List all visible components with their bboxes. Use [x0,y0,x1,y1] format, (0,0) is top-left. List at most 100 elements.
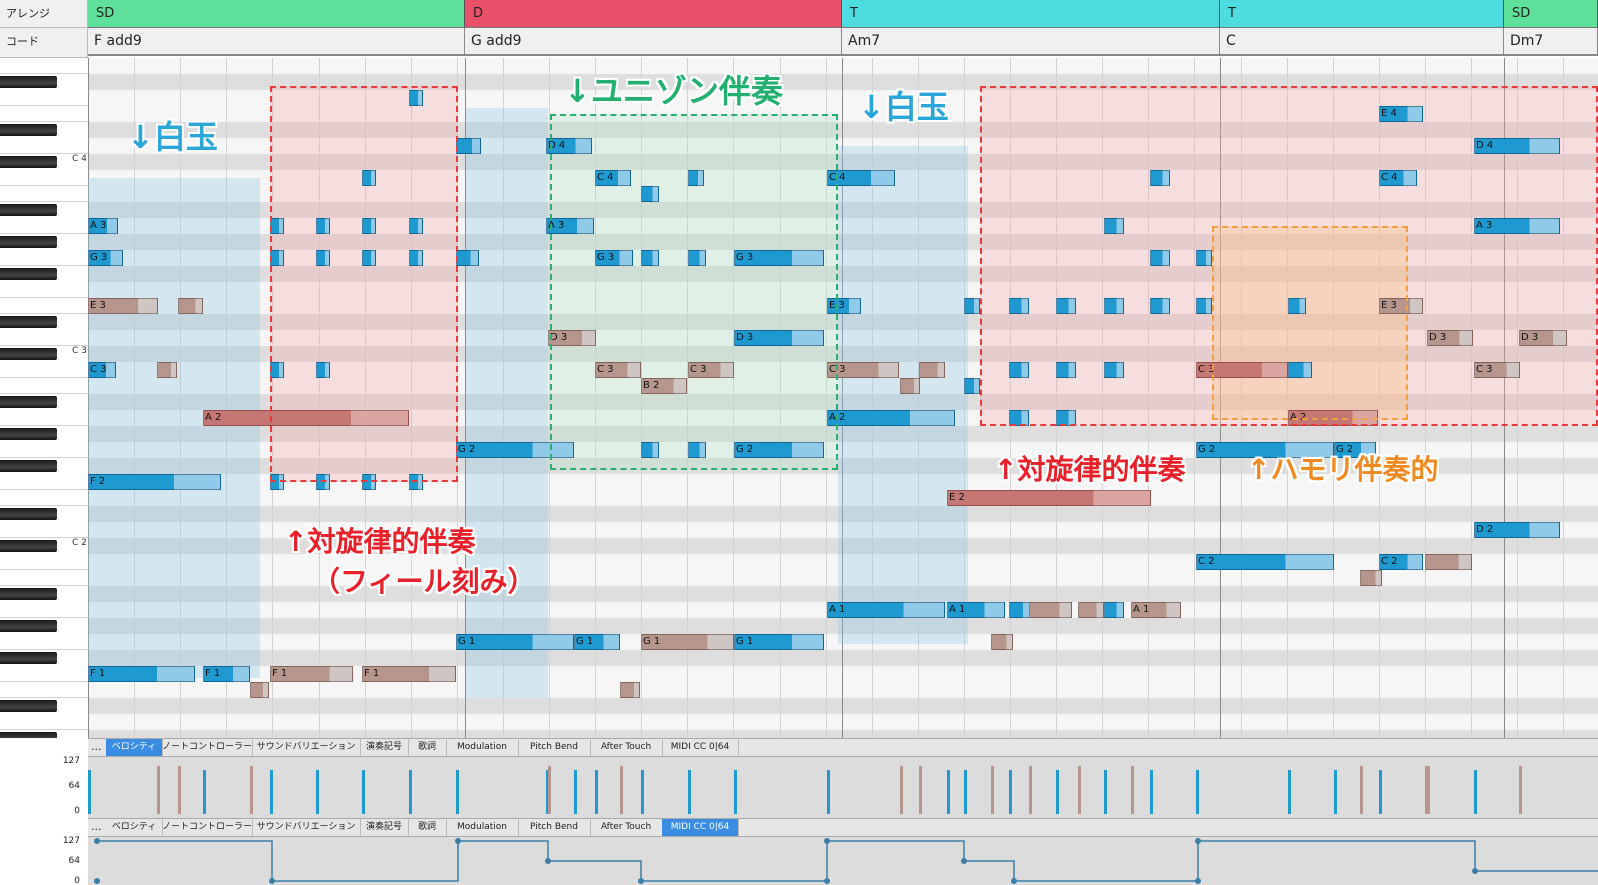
velocity-bar[interactable] [362,770,365,814]
white-key[interactable] [0,282,88,298]
black-key[interactable] [0,428,57,440]
tab-7[interactable]: After Touch [590,739,663,756]
midi-note[interactable]: E 3 [88,298,158,314]
tab-3[interactable]: 演奏記号 [360,819,409,836]
velocity-bar[interactable] [688,770,691,814]
black-key[interactable] [0,204,57,216]
black-key[interactable] [0,396,57,408]
white-key[interactable] [0,106,88,122]
velocity-bar[interactable] [1334,770,1337,814]
tab-8[interactable]: MIDI CC 0|64 [662,739,739,756]
velocity-bar[interactable] [964,770,967,814]
chord-block-c[interactable]: C [1220,28,1504,56]
velocity-bar[interactable] [1009,770,1012,814]
velocity-bar[interactable] [595,770,598,814]
midi-note[interactable] [1029,602,1072,618]
white-key[interactable] [0,682,88,698]
black-key[interactable] [0,124,57,136]
white-key[interactable] [0,410,88,426]
white-key[interactable] [0,58,88,74]
midi-note[interactable]: F 1 [203,666,250,682]
white-key[interactable] [0,442,88,458]
velocity-bar[interactable] [919,766,922,814]
midi-note[interactable]: E 2 [947,490,1151,506]
white-key[interactable] [0,602,88,618]
velocity-bar[interactable] [1104,770,1107,814]
black-key[interactable] [0,156,57,168]
tab-5[interactable]: Modulation [446,739,519,756]
midi-note[interactable] [1078,602,1104,618]
velocity-bar[interactable] [316,770,319,814]
velocity-bar[interactable] [1427,766,1430,814]
tab-0[interactable]: ベロシティ [106,819,163,836]
velocity-bar[interactable] [1150,770,1153,814]
tab-8[interactable]: MIDI CC 0|64 [662,819,739,836]
more-tabs-button[interactable]: ... [91,740,102,753]
velocity-bar[interactable] [250,766,253,814]
arrange-section-sd-2[interactable]: SD [1504,0,1598,28]
midi-note[interactable]: F 1 [88,666,195,682]
velocity-bar[interactable] [270,770,273,814]
velocity-bar[interactable] [827,770,830,814]
tab-3[interactable]: 演奏記号 [360,739,409,756]
velocity-bar[interactable] [1360,766,1363,814]
tab-4[interactable]: 歌詞 [408,739,447,756]
white-key[interactable] [0,186,88,202]
velocity-bar[interactable] [1196,770,1199,814]
tab-2[interactable]: サウンドバリエーション [252,739,361,756]
arrange-section-t-2[interactable]: T [1220,0,1504,28]
black-key[interactable] [0,460,57,472]
chord-block-g-add9[interactable]: G add9 [465,28,842,56]
velocity-bar[interactable] [88,770,91,814]
midi-note[interactable]: C 2 [1379,554,1423,570]
white-key[interactable] [0,90,88,106]
white-key[interactable] [0,362,88,378]
tab-7[interactable]: After Touch [590,819,663,836]
white-key[interactable] [0,634,88,650]
velocity-bar[interactable] [947,770,950,814]
more-tabs-button[interactable]: ... [91,820,102,833]
midi-note[interactable]: A 1 [947,602,1005,618]
midi-note[interactable] [178,298,203,314]
tab-1[interactable]: ノートコントローラー [162,739,253,756]
chord-block-am7[interactable]: Am7 [842,28,1220,56]
midi-note[interactable]: A 3 [88,218,118,234]
midi-note[interactable] [964,378,980,394]
midi-note[interactable]: D 2 [1474,522,1560,538]
tab-6[interactable]: Pitch Bend [518,739,591,756]
midi-note[interactable]: F 1 [270,666,353,682]
white-key[interactable] [0,714,88,730]
midi-note[interactable]: G 1 [641,634,734,650]
velocity-bar[interactable] [1029,766,1032,814]
black-key[interactable] [0,588,57,600]
midi-note[interactable]: A 1 [1131,602,1181,618]
velocity-bar[interactable] [991,766,994,814]
midi-note[interactable] [1104,602,1124,618]
black-key[interactable] [0,508,57,520]
velocity-bar[interactable] [1379,770,1382,814]
black-key[interactable] [0,76,57,88]
velocity-bar[interactable] [900,766,903,814]
black-key[interactable] [0,620,57,632]
velocity-bar[interactable] [1056,770,1059,814]
black-key[interactable] [0,268,57,280]
piano-keyboard[interactable]: C 4 C 3 C 2 [0,58,89,738]
midi-note[interactable] [919,362,945,378]
chord-block-dm7[interactable]: Dm7 [1504,28,1598,56]
white-key[interactable] [0,298,88,314]
white-key[interactable] [0,218,88,234]
midi-note[interactable]: C 3 [88,362,116,378]
black-key[interactable] [0,652,57,664]
arrange-section-sd-1[interactable]: SD [88,0,465,28]
midi-note[interactable] [620,682,640,698]
midi-note[interactable] [1360,570,1382,586]
midi-note[interactable]: F 1 [362,666,456,682]
white-key[interactable] [0,522,88,538]
velocity-bar[interactable] [1519,766,1522,814]
black-key[interactable] [0,700,57,712]
velocity-bar[interactable] [620,766,623,814]
black-key[interactable] [0,316,57,328]
black-key[interactable] [0,540,57,552]
velocity-bar[interactable] [574,770,577,814]
velocity-bar[interactable] [1474,770,1477,814]
